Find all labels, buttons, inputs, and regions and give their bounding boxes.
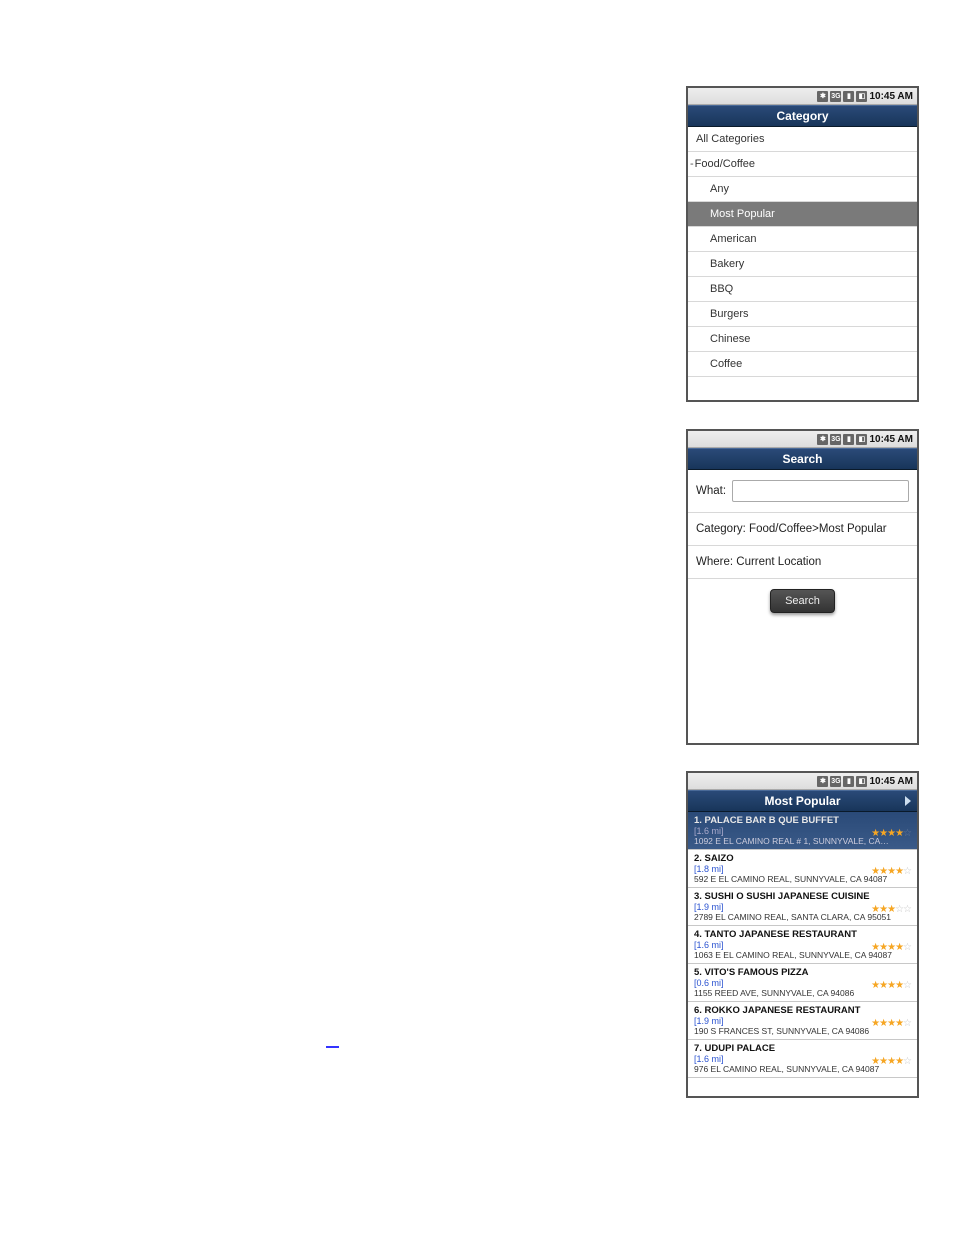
category-list: All Categories Food/Coffee AnyMost Popul…: [688, 127, 917, 377]
result-row[interactable]: 7. UDUPI PALACE[1.6 mi]976 EL CAMINO REA…: [688, 1040, 917, 1078]
where-row[interactable]: Where: Current Location: [688, 546, 917, 579]
result-name: 4. TANTO JAPANESE RESTAURANT: [694, 929, 911, 940]
battery-icon: ◧: [856, 434, 867, 445]
title-text: Search: [782, 452, 822, 466]
search-button-wrap: Search: [688, 579, 917, 623]
status-time: 10:45 AM: [869, 776, 913, 787]
category-item[interactable]: Bakery: [688, 252, 917, 277]
chevron-right-icon[interactable]: [905, 796, 911, 806]
what-row: What:: [688, 470, 917, 513]
category-item[interactable]: Chinese: [688, 327, 917, 352]
result-stars: ★★★★☆: [871, 1018, 911, 1029]
result-row[interactable]: 6. ROKKO JAPANESE RESTAURANT[1.9 mi]190 …: [688, 1002, 917, 1040]
category-item[interactable]: Coffee: [688, 352, 917, 377]
result-stars: ★★★★☆: [871, 980, 911, 991]
result-name: 2. SAIZO: [694, 853, 911, 864]
3g-icon: 3G: [830, 434, 841, 445]
result-stars: ★★★★☆: [871, 828, 911, 839]
category-food-coffee[interactable]: Food/Coffee: [688, 152, 917, 177]
result-stars: ★★★★☆: [871, 866, 911, 877]
phone-screenshot-results: ✱ 3G ▮ ◧ 10:45 AM Most Popular 1. PALACE…: [686, 771, 919, 1098]
result-name: 7. UDUPI PALACE: [694, 1043, 911, 1054]
bluetooth-icon: ✱: [817, 434, 828, 445]
title-text: Category: [776, 109, 828, 123]
category-row[interactable]: Category: Food/Coffee>Most Popular: [688, 513, 917, 546]
category-item[interactable]: Any: [688, 177, 917, 202]
bluetooth-icon: ✱: [817, 776, 828, 787]
result-row[interactable]: 1. PALACE BAR B QUE BUFFET[1.6 mi]1092 E…: [688, 812, 917, 850]
result-stars: ★★★★☆: [871, 1056, 911, 1067]
result-row[interactable]: 3. SUSHI O SUSHI JAPANESE CUISINE[1.9 mi…: [688, 888, 917, 926]
titlebar: Search: [688, 448, 917, 470]
category-item[interactable]: Burgers: [688, 302, 917, 327]
result-name: 6. ROKKO JAPANESE RESTAURANT: [694, 1005, 911, 1016]
titlebar: Category: [688, 105, 917, 127]
statusbar: ✱ 3G ▮ ◧ 10:45 AM: [688, 88, 917, 105]
3g-icon: 3G: [830, 91, 841, 102]
battery-icon: ◧: [856, 776, 867, 787]
category-item[interactable]: American: [688, 227, 917, 252]
result-row[interactable]: 5. VITO'S FAMOUS PIZZA[0.6 mi]1155 REED …: [688, 964, 917, 1002]
statusbar: ✱ 3G ▮ ◧ 10:45 AM: [688, 431, 917, 448]
result-name: 3. SUSHI O SUSHI JAPANESE CUISINE: [694, 891, 911, 902]
status-time: 10:45 AM: [869, 434, 913, 445]
signal-icon: ▮: [843, 91, 854, 102]
what-input[interactable]: [732, 480, 909, 502]
signal-icon: ▮: [843, 776, 854, 787]
search-button[interactable]: Search: [770, 589, 835, 613]
bluetooth-icon: ✱: [817, 91, 828, 102]
search-form: What: Category: Food/Coffee>Most Popular…: [688, 470, 917, 623]
phone-screenshot-search: ✱ 3G ▮ ◧ 10:45 AM Search What: Category:…: [686, 429, 919, 745]
category-item[interactable]: BBQ: [688, 277, 917, 302]
status-time: 10:45 AM: [869, 91, 913, 102]
result-row[interactable]: 4. TANTO JAPANESE RESTAURANT[1.6 mi]1063…: [688, 926, 917, 964]
statusbar: ✱ 3G ▮ ◧ 10:45 AM: [688, 773, 917, 790]
category-item[interactable]: Most Popular: [688, 202, 917, 227]
what-label: What:: [696, 485, 726, 497]
results-list: 1. PALACE BAR B QUE BUFFET[1.6 mi]1092 E…: [688, 812, 917, 1078]
titlebar: Most Popular: [688, 790, 917, 812]
battery-icon: ◧: [856, 91, 867, 102]
link-underline: [326, 1046, 339, 1048]
phone-screenshot-category: ✱ 3G ▮ ◧ 10:45 AM Category All Categorie…: [686, 86, 919, 402]
result-stars: ★★★☆☆: [871, 904, 911, 915]
result-name: 1. PALACE BAR B QUE BUFFET: [694, 815, 911, 826]
3g-icon: 3G: [830, 776, 841, 787]
result-stars: ★★★★☆: [871, 942, 911, 953]
result-row[interactable]: 2. SAIZO[1.8 mi]592 E EL CAMINO REAL, SU…: [688, 850, 917, 888]
signal-icon: ▮: [843, 434, 854, 445]
title-text: Most Popular: [764, 794, 840, 808]
result-name: 5. VITO'S FAMOUS PIZZA: [694, 967, 911, 978]
category-all[interactable]: All Categories: [688, 127, 917, 152]
